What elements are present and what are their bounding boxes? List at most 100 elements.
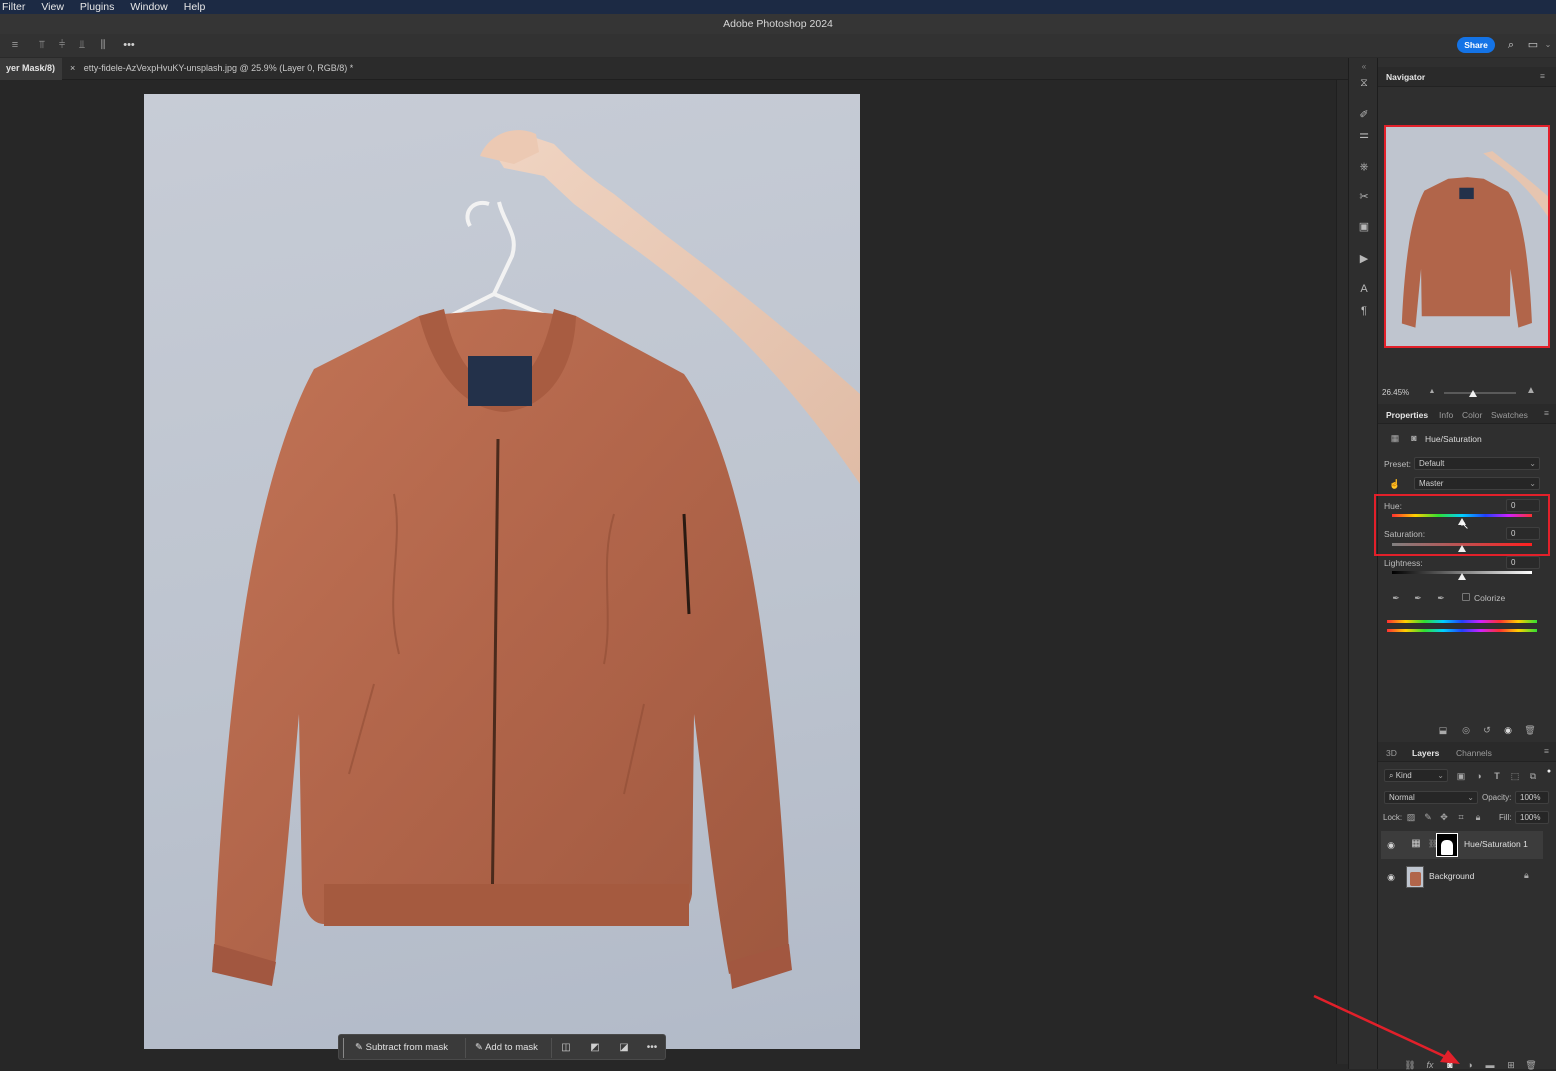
subtract-from-mask-button[interactable]: ✎ Subtract from mask [355,1039,448,1057]
eyedropper-icon[interactable]: ✒ [1390,592,1402,604]
align-middle-icon[interactable]: ⫩ [56,39,68,51]
navigator-preview[interactable] [1384,125,1550,348]
tab-swatches[interactable]: Swatches [1491,410,1528,420]
zoom-slider-thumb[interactable] [1469,390,1477,397]
filter-type-icon[interactable]: T [1491,770,1503,782]
invert-mask-icon[interactable]: ◫ [559,1039,573,1057]
tab-color[interactable]: Color [1462,410,1482,420]
opacity-field[interactable]: 100% [1515,791,1549,804]
panel-dock-strip: « ⧖ ✐ ⚌ ⎈ ✂ ▣ ▶ A ¶ [1348,58,1378,1069]
layer-row-background[interactable]: ◉ Background 🔒︎ [1381,863,1543,891]
eyedropper-plus-icon[interactable]: ✒ [1412,592,1424,604]
zoom-in-icon[interactable]: ▲ [1525,385,1537,397]
tab-layer-mask[interactable]: yer Mask/8) * [0,58,62,93]
brush-plus-icon: ✎ [475,1042,483,1053]
filter-smart-object-icon[interactable]: ⧉ [1527,770,1539,782]
eyedropper-minus-icon[interactable]: ✒ [1435,592,1447,604]
visibility-eye-icon[interactable]: ◉ [1385,871,1397,883]
collapse-icon[interactable]: « [1357,60,1371,74]
paragraph-icon[interactable]: ¶ [1357,304,1371,318]
panel-menu-icon[interactable]: ≡ [1544,408,1549,418]
blend-mode-value: Normal [1389,793,1415,802]
preset-select[interactable]: Default ⌄ [1414,457,1540,470]
divider [551,1038,552,1058]
targeted-adjustment-hand-icon[interactable]: ☝ [1389,478,1401,490]
align-menu-icon[interactable]: ≡ [9,39,21,51]
layer-row-hue-saturation[interactable]: ◉ ▦ ⛓ Hue/Saturation 1 [1381,831,1543,859]
mask-options-icon[interactable]: ◩ [588,1039,602,1057]
filter-pixel-icon[interactable]: ▣ [1455,770,1467,782]
highlight-box [1374,494,1550,556]
chevron-down-icon[interactable]: ⌄ [1543,39,1553,51]
align-bottom-icon[interactable]: ⫫ [76,39,88,51]
add-to-mask-button[interactable]: ✎ Add to mask [475,1039,538,1057]
lock-artboard-icon[interactable]: ⌗ [1455,811,1467,823]
lock-position-icon[interactable]: ✥ [1438,811,1450,823]
libraries-icon[interactable]: ▣ [1357,220,1371,234]
adjustments-icon[interactable]: ⚌ [1357,128,1371,142]
tab-info[interactable]: Info [1439,410,1453,420]
tab-layers[interactable]: Layers [1412,748,1439,758]
actions-play-icon[interactable]: ▶ [1357,252,1371,266]
visibility-eye-icon[interactable]: ◉ [1502,724,1514,736]
navigator-zoom[interactable]: 26.45% [1382,388,1409,397]
distribute-icon[interactable]: ⫼ [97,39,109,51]
character-icon[interactable]: A [1357,282,1371,296]
lock-transparent-icon[interactable]: ▨ [1405,811,1417,823]
panel-menu-icon[interactable]: ≡ [1544,746,1549,756]
align-top-icon[interactable]: ⫪ [36,39,48,51]
fill-field[interactable]: 100% [1515,811,1549,824]
search-icon[interactable]: ⌕ [1505,39,1517,51]
layer-filter-kind[interactable]: ⌕ Kind ⌄ [1384,769,1448,782]
zoom-out-icon[interactable]: ▲ [1426,386,1438,398]
menu-view[interactable]: View [41,1,64,13]
blend-mode-select[interactable]: Normal ⌄ [1384,791,1478,804]
opacity-value: 100% [1520,793,1541,802]
properties-header: Properties Info Color Swatches ≡ [1378,404,1556,424]
lightness-slider-thumb[interactable] [1458,573,1466,580]
feather-mask-icon[interactable]: ◪ [617,1039,631,1057]
filter-toggle-icon[interactable]: ● [1543,766,1555,778]
tab-jacket-photo[interactable]: × etty-fidele-AzVexpHvuKY-unsplash.jpg @… [64,58,359,80]
new-layer-icon[interactable]: ⊞ [1505,1059,1517,1071]
history-icon[interactable]: ⧖ [1357,76,1371,90]
clip-to-layer-icon[interactable]: ⬓ [1437,724,1449,736]
mask-icon[interactable]: ◙ [1408,432,1420,444]
close-icon[interactable]: × [70,63,75,73]
document-canvas-image[interactable] [144,94,860,1049]
fill-value: 100% [1520,813,1541,822]
share-button[interactable]: Share [1457,37,1495,53]
menu-window[interactable]: Window [130,1,167,13]
reset-icon[interactable]: ↺ [1481,724,1493,736]
tab-3d[interactable]: 3D [1386,748,1397,758]
delete-layer-icon[interactable]: 🗑 [1525,1059,1537,1071]
layer-mask-thumbnail[interactable] [1436,833,1458,857]
tab-channels[interactable]: Channels [1456,748,1492,758]
more-options-icon[interactable]: ••• [121,39,137,51]
menu-plugins[interactable]: Plugins [80,1,114,13]
clone-source-icon[interactable]: ⎈ [1357,160,1371,174]
tab-properties[interactable]: Properties [1386,410,1428,420]
brush-settings-icon[interactable]: ✐ [1357,108,1371,122]
view-previous-icon[interactable]: ◎ [1460,724,1472,736]
menu-filter[interactable]: Filter [2,1,25,13]
colorize-checkbox[interactable] [1462,593,1470,601]
filter-adjustment-icon[interactable]: ◑ [1473,770,1485,782]
new-group-icon[interactable]: ▬ [1484,1059,1496,1071]
more-options-icon[interactable]: ••• [645,1039,659,1057]
visibility-eye-icon[interactable]: ◉ [1385,839,1397,851]
canvas-scrollbar[interactable] [1336,80,1348,1064]
lightness-value-field[interactable]: 0 [1506,556,1540,569]
filter-shape-icon[interactable]: ⬚ [1509,770,1521,782]
drag-handle[interactable] [343,1038,344,1058]
delete-icon[interactable]: 🗑 [1524,724,1536,736]
tab-navigator[interactable]: Navigator [1386,72,1425,82]
workspace-icon[interactable]: ▭ [1527,39,1539,51]
channel-select[interactable]: Master ⌄ [1414,477,1540,490]
lock-image-icon[interactable]: ✎ [1422,811,1434,823]
lock-all-icon[interactable]: 🔒︎ [1472,811,1484,823]
tools-icon[interactable]: ✂ [1357,190,1371,204]
panel-menu-icon[interactable]: ≡ [1540,71,1545,81]
zoom-slider[interactable] [1444,392,1516,394]
menu-help[interactable]: Help [184,1,206,13]
